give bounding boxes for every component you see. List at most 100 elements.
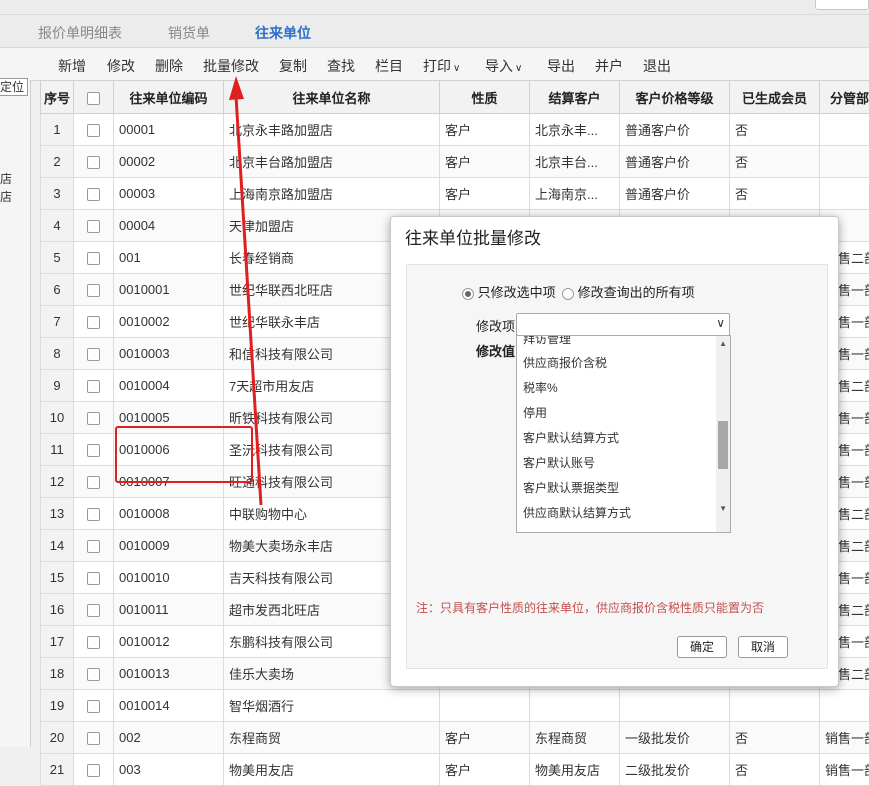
cell-name[interactable]: 物美用友店 [224, 754, 440, 786]
checkbox[interactable] [87, 764, 100, 777]
row-checkbox-cell[interactable] [74, 146, 114, 178]
table-row[interactable]: 300003上海南京路加盟店客户上海南京...普通客户价否 [41, 178, 869, 210]
cell-type[interactable] [440, 690, 530, 722]
cell-department[interactable] [820, 178, 869, 210]
merge-button[interactable]: 并户 [595, 56, 623, 76]
row-checkbox-cell[interactable] [74, 530, 114, 562]
cancel-button[interactable]: 取消 [738, 636, 788, 658]
row-checkbox-cell[interactable] [74, 754, 114, 786]
cell-code[interactable]: 0010013 [114, 658, 224, 690]
checkbox[interactable] [87, 572, 100, 585]
cell-name[interactable]: 北京丰台路加盟店 [224, 146, 440, 178]
cell-type[interactable]: 客户 [440, 178, 530, 210]
cell-code[interactable]: 0010004 [114, 370, 224, 402]
cell-price-level[interactable]: 普通客户价 [620, 178, 730, 210]
field-dropdown-list[interactable]: 拜访管理 供应商报价含税 税率% 停用 客户默认结算方式 客户默认账号 客户默认… [516, 335, 731, 533]
cell-code[interactable]: 002 [114, 722, 224, 754]
add-button[interactable]: 新增 [58, 56, 86, 76]
checkbox[interactable] [87, 156, 100, 169]
exit-button[interactable]: 退出 [643, 56, 671, 76]
radio-icon[interactable] [562, 288, 574, 300]
row-checkbox-cell[interactable] [74, 338, 114, 370]
find-button[interactable]: 查找 [327, 56, 355, 76]
dropdown-option[interactable]: 供应商报价含税 [523, 354, 607, 371]
row-checkbox-cell[interactable] [74, 498, 114, 530]
row-checkbox-cell[interactable] [74, 466, 114, 498]
row-checkbox-cell[interactable] [74, 562, 114, 594]
dropdown-option[interactable]: 客户默认账号 [523, 454, 595, 471]
table-row[interactable]: 190010014智华烟酒行 [41, 690, 869, 722]
cell-member[interactable] [730, 690, 820, 722]
row-checkbox-cell[interactable] [74, 402, 114, 434]
cell-code[interactable]: 0010011 [114, 594, 224, 626]
col-header-price-level[interactable]: 客户价格等级 [620, 81, 730, 114]
cell-name[interactable]: 上海南京路加盟店 [224, 178, 440, 210]
checkbox[interactable] [87, 540, 100, 553]
cell-member[interactable]: 否 [730, 114, 820, 146]
col-header-type[interactable]: 性质 [440, 81, 530, 114]
tab-quote-detail[interactable]: 报价单明细表 [38, 23, 122, 43]
row-checkbox-cell[interactable] [74, 626, 114, 658]
checkbox[interactable] [87, 604, 100, 617]
checkbox[interactable] [87, 444, 100, 457]
checkbox[interactable] [87, 476, 100, 489]
checkbox[interactable] [87, 124, 100, 137]
scroll-up-icon[interactable]: ▲ [719, 339, 727, 348]
cell-settle-customer[interactable]: 北京永丰... [530, 114, 620, 146]
cell-code[interactable]: 003 [114, 754, 224, 786]
cell-price-level[interactable]: 一级批发价 [620, 722, 730, 754]
table-row[interactable]: 21003物美用友店客户物美用友店二级批发价否销售一部 [41, 754, 869, 786]
checkbox[interactable] [87, 316, 100, 329]
cell-code[interactable]: 0010005 [114, 402, 224, 434]
dropdown-option[interactable]: 停用 [523, 404, 547, 421]
dropdown-option[interactable]: 客户默认结算方式 [523, 429, 619, 446]
tab-partner-units[interactable]: 往来单位 [255, 23, 311, 43]
cell-type[interactable]: 客户 [440, 754, 530, 786]
cell-code[interactable]: 0010003 [114, 338, 224, 370]
scroll-down-icon[interactable]: ▼ [719, 504, 727, 513]
row-checkbox-cell[interactable] [74, 722, 114, 754]
cell-settle-customer[interactable]: 上海南京... [530, 178, 620, 210]
locate-button[interactable]: 定位 [0, 78, 28, 96]
checkbox[interactable] [87, 732, 100, 745]
checkbox[interactable] [87, 636, 100, 649]
cell-code[interactable]: 00001 [114, 114, 224, 146]
cell-settle-customer[interactable] [530, 690, 620, 722]
cell-price-level[interactable]: 二级批发价 [620, 754, 730, 786]
field-select[interactable]: ∨ [516, 313, 730, 336]
checkbox[interactable] [87, 92, 100, 105]
row-checkbox-cell[interactable] [74, 434, 114, 466]
checkbox[interactable] [87, 700, 100, 713]
cell-code[interactable]: 0010012 [114, 626, 224, 658]
cell-settle-customer[interactable]: 物美用友店 [530, 754, 620, 786]
row-checkbox-cell[interactable] [74, 114, 114, 146]
row-checkbox-cell[interactable] [74, 690, 114, 722]
row-checkbox-cell[interactable] [74, 594, 114, 626]
radio-selected-only[interactable]: 只修改选中项 [462, 282, 556, 301]
edit-button[interactable]: 修改 [107, 56, 135, 76]
ok-button[interactable]: 确定 [677, 636, 727, 658]
checkbox[interactable] [87, 252, 100, 265]
cell-settle-customer[interactable]: 北京丰台... [530, 146, 620, 178]
dropdown-option[interactable]: 供应商默认结算方式 [523, 504, 631, 521]
cell-code[interactable]: 0010010 [114, 562, 224, 594]
row-checkbox-cell[interactable] [74, 306, 114, 338]
cell-code[interactable]: 0010007 [114, 466, 224, 498]
delete-button[interactable]: 删除 [155, 56, 183, 76]
cell-name[interactable]: 东程商贸 [224, 722, 440, 754]
scroll-thumb[interactable] [718, 421, 728, 469]
dropdown-option[interactable]: 税率% [523, 379, 558, 396]
checkbox[interactable] [87, 220, 100, 233]
cell-code[interactable]: 0010006 [114, 434, 224, 466]
cell-type[interactable]: 客户 [440, 722, 530, 754]
cell-member[interactable]: 否 [730, 722, 820, 754]
columns-button[interactable]: 栏目 [375, 56, 403, 76]
checkbox[interactable] [87, 508, 100, 521]
checkbox[interactable] [87, 284, 100, 297]
cell-department[interactable]: 销售一部 [820, 754, 869, 786]
col-header-settle-customer[interactable]: 结算客户 [530, 81, 620, 114]
cell-member[interactable]: 否 [730, 754, 820, 786]
checkbox[interactable] [87, 188, 100, 201]
row-checkbox-cell[interactable] [74, 274, 114, 306]
col-header-code[interactable]: 往来单位编码 [114, 81, 224, 114]
